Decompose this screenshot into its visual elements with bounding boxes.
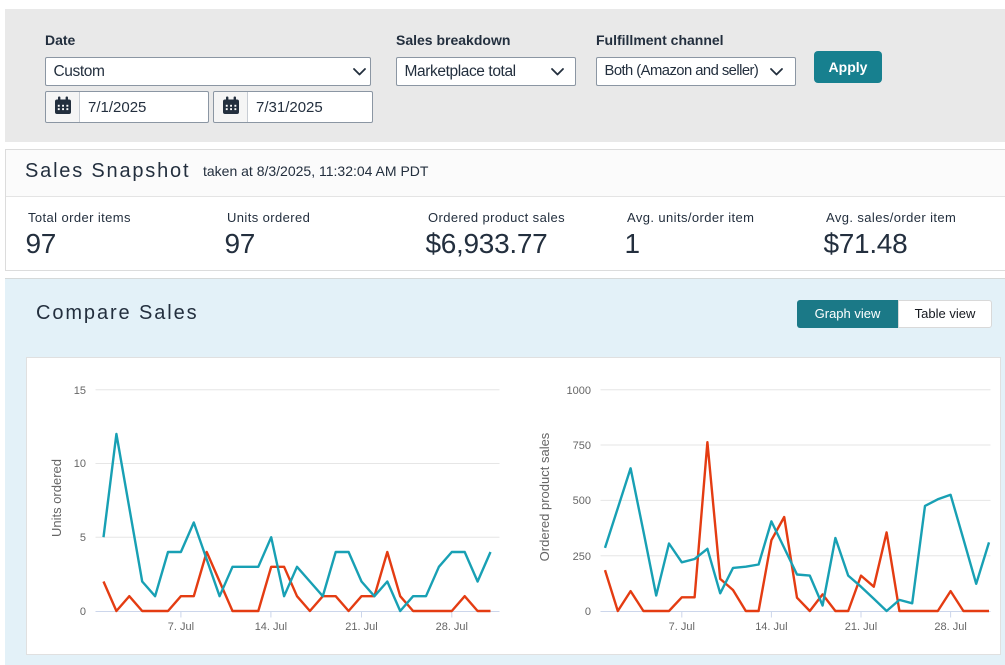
svg-text:250: 250 — [573, 551, 591, 563]
svg-text:0: 0 — [80, 606, 86, 618]
svg-text:Ordered product sales: Ordered product sales — [537, 432, 552, 561]
svg-text:15: 15 — [74, 385, 86, 397]
svg-text:5: 5 — [80, 532, 86, 544]
svg-text:21. Jul: 21. Jul — [345, 621, 377, 633]
svg-text:10: 10 — [74, 458, 86, 470]
svg-text:14. Jul: 14. Jul — [755, 621, 787, 633]
svg-text:7. Jul: 7. Jul — [669, 621, 695, 633]
svg-text:1000: 1000 — [567, 385, 591, 397]
svg-text:0: 0 — [585, 606, 591, 618]
svg-text:7. Jul: 7. Jul — [168, 621, 194, 633]
svg-text:14. Jul: 14. Jul — [255, 621, 287, 633]
svg-text:750: 750 — [573, 440, 591, 452]
svg-text:Units ordered: Units ordered — [49, 459, 64, 537]
svg-text:28. Jul: 28. Jul — [934, 621, 966, 633]
svg-text:21. Jul: 21. Jul — [845, 621, 877, 633]
svg-text:500: 500 — [573, 495, 591, 507]
svg-text:28. Jul: 28. Jul — [436, 621, 468, 633]
